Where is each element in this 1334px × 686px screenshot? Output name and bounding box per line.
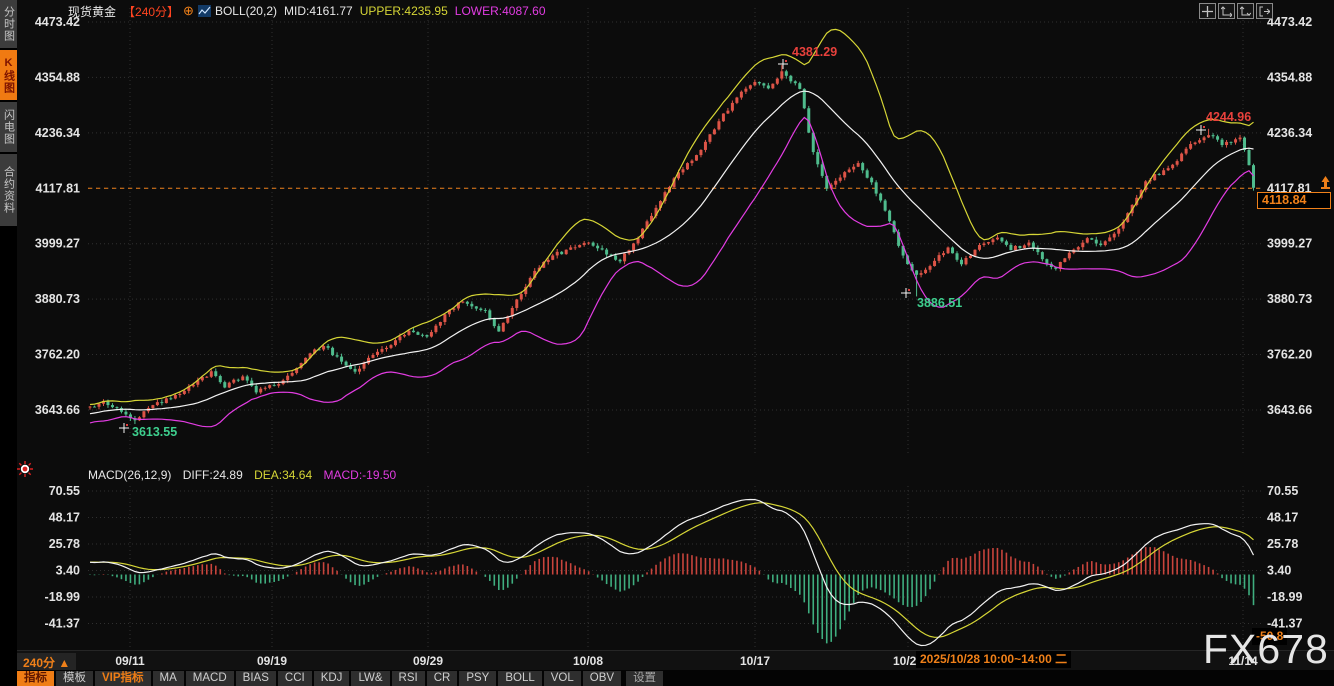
add-indicator-icon[interactable]: ⊕ bbox=[183, 3, 194, 19]
extreme-marker bbox=[1196, 125, 1206, 135]
grid bbox=[88, 8, 1262, 648]
indicator-tab-bar: 指标 模板 VIP指标 MA MACD BIAS CCI KDJ LW& RSI CR PSY BOLL… bbox=[0, 670, 1334, 686]
candlesticks bbox=[88, 65, 1256, 425]
extreme-marker bbox=[778, 59, 788, 69]
x-axis-date: 11/14 bbox=[1228, 654, 1258, 668]
symbol-name: 现货黄金 bbox=[68, 4, 117, 19]
tab-[interactable]: 模板 bbox=[56, 671, 93, 686]
macd-dea-value: DEA:34.64 bbox=[254, 468, 313, 482]
tab-macd[interactable]: MACD bbox=[185, 671, 234, 686]
axis-zoom-out-icon[interactable] bbox=[1237, 3, 1254, 19]
axis-tick-label: 3999.27 bbox=[35, 237, 80, 251]
axis-tick-label: 4354.88 bbox=[35, 70, 80, 84]
sidebar-item-label: 合约资料 bbox=[2, 166, 15, 214]
boll-indicator-icon bbox=[197, 5, 211, 17]
axis-tick-label: -18.99 bbox=[45, 590, 80, 604]
axis-tick-label: 4117.81 bbox=[36, 181, 81, 195]
price-alert-icon[interactable] bbox=[1319, 176, 1332, 194]
pane-expand-icon[interactable] bbox=[1256, 3, 1273, 19]
axis-tick-label: 4236.34 bbox=[35, 126, 80, 140]
axis-tick-label: 3643.66 bbox=[35, 403, 80, 417]
x-axis-date: 09/19 bbox=[256, 654, 288, 668]
left-sidebar: 分时图 K线图 闪电图 合约资料 bbox=[0, 0, 17, 686]
sidebar-item-lightning-chart[interactable]: 闪电图 bbox=[0, 102, 17, 152]
axis-tick-label: 70.55 bbox=[49, 484, 80, 498]
tab-ma[interactable]: MA bbox=[152, 671, 184, 686]
axis-tick-label: 3880.73 bbox=[35, 292, 80, 306]
x-axis-date: 09/11 bbox=[115, 654, 145, 668]
axis-tick-label: 3.40 bbox=[56, 563, 80, 577]
boll-lower-value: LOWER:4087.60 bbox=[454, 4, 546, 18]
sidebar-item-time-chart[interactable]: 分时图 bbox=[0, 0, 17, 48]
tab-vip[interactable]: VIP指标 bbox=[95, 671, 151, 686]
x-axis-date: 10/08 bbox=[572, 654, 604, 668]
crosshair-time-tooltip: 2025/10/28 10:00~14:00 二 bbox=[916, 651, 1072, 668]
trading-app: 4473.42 4473.42 4354.88 4354.88 4236.34 4236.… bbox=[0, 0, 1334, 686]
tab-obv[interactable]: OBV bbox=[582, 671, 622, 686]
tab-bias[interactable]: BIAS bbox=[235, 671, 276, 686]
sidebar-item-label: 闪电图 bbox=[2, 109, 15, 145]
chart-header: 现货黄金 【240分】 ⊕ BOLL(20,2) MID:4161.77 UPP… bbox=[68, 3, 553, 19]
axis-tick-label: 25.78 bbox=[1267, 537, 1298, 551]
period-label: 【240分】 bbox=[123, 4, 180, 19]
crosshair-macd-tooltip: -50.8 bbox=[1252, 628, 1288, 645]
axis-tick-label: 3880.73 bbox=[1267, 292, 1312, 306]
boll-upper-value: UPPER:4235.95 bbox=[359, 4, 448, 18]
macd-header: MACD(26,12,9) DIFF:24.89 DEA:34.64 MACD:… bbox=[88, 468, 404, 482]
axis-tick-label: 4236.34 bbox=[1267, 126, 1312, 140]
sidebar-item-label: K线图 bbox=[2, 56, 15, 94]
tab-cr[interactable]: CR bbox=[426, 671, 458, 686]
macd-hist-value: MACD:-19.50 bbox=[323, 468, 397, 482]
sidebar-item-contract-info[interactable]: 合约资料 bbox=[0, 154, 17, 226]
boll-mid-value: MID:4161.77 bbox=[284, 4, 353, 18]
axis-tick-label: 70.55 bbox=[1267, 484, 1298, 498]
crosshair-move-icon[interactable] bbox=[1199, 3, 1216, 19]
x-axis-date: 10/17 bbox=[739, 654, 771, 668]
sidebar-item-kline-chart[interactable]: K线图 bbox=[0, 50, 17, 100]
tab-boll[interactable]: BOLL bbox=[498, 671, 542, 686]
macd-diff-value: DIFF:24.89 bbox=[182, 468, 243, 482]
tab-rsi[interactable]: RSI bbox=[391, 671, 425, 686]
tab-kdj[interactable]: KDJ bbox=[313, 671, 350, 686]
x-axis-row: 240分 ▲ 09/11 09/19 09/29 10/08 10/17 10/28 11/… bbox=[0, 650, 1334, 672]
extreme-marker bbox=[119, 423, 129, 433]
boll-params: BOLL(20,2) bbox=[214, 4, 277, 18]
x-axis-date: 09/29 bbox=[412, 654, 444, 668]
chart-canvas[interactable]: 4473.42 4473.424354.88 4354.884236.34 4236.… bbox=[0, 0, 1334, 686]
macd-params: MACD(26,12,9) bbox=[88, 468, 172, 482]
sidebar-item-label: 分时图 bbox=[2, 6, 15, 42]
axis-tick-label: 48.17 bbox=[1267, 510, 1298, 524]
extreme-marker bbox=[901, 288, 911, 298]
tab-[interactable]: 指标 bbox=[17, 671, 54, 686]
tab-psy[interactable]: PSY bbox=[459, 671, 497, 686]
chart-toolbar bbox=[1199, 3, 1275, 19]
axis-tick-label: 3762.20 bbox=[1267, 348, 1312, 362]
axis-tick-label: 48.17 bbox=[49, 510, 80, 524]
axis-tick-label: -41.37 bbox=[45, 616, 80, 630]
axis-tick-label: 3.40 bbox=[1267, 563, 1291, 577]
axis-tick-label: 3643.66 bbox=[1267, 403, 1312, 417]
axis-tick-label: 4354.88 bbox=[1267, 70, 1312, 84]
axis-tick-label: 25.78 bbox=[49, 537, 80, 551]
axis-tick-label: -18.99 bbox=[1267, 590, 1302, 604]
axis-tick-label: 3762.20 bbox=[35, 348, 80, 362]
tab-vol[interactable]: VOL bbox=[543, 671, 581, 686]
tab-[interactable]: 设置 bbox=[626, 671, 664, 686]
axis-zoom-in-icon[interactable] bbox=[1218, 3, 1235, 19]
alert-indicator-icon[interactable] bbox=[16, 460, 34, 483]
last-price-box: 4118.84 bbox=[1257, 192, 1331, 209]
tab-cci[interactable]: CCI bbox=[277, 671, 312, 686]
tab-lw[interactable]: LW& bbox=[351, 671, 390, 686]
x-axis-dates: 09/11 09/19 09/29 10/08 10/17 10/28 11/14 bbox=[0, 651, 1334, 671]
axis-tick-label: 3999.27 bbox=[1267, 237, 1312, 251]
